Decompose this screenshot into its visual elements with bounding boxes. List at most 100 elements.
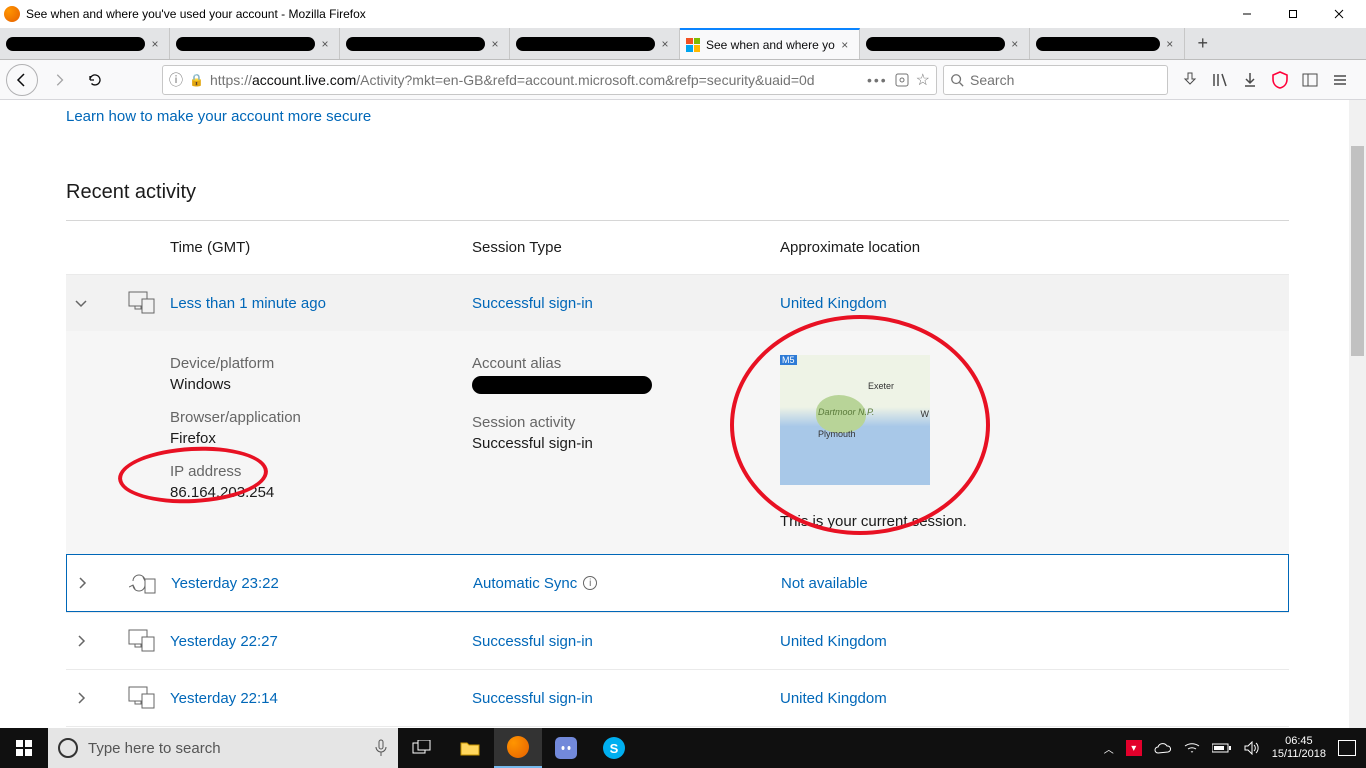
device-pc-icon xyxy=(114,686,170,710)
taskbar-apps: S xyxy=(398,728,638,768)
row-location: United Kingdom xyxy=(780,295,887,312)
device-pc-icon xyxy=(114,291,170,315)
tray-chevron-icon[interactable]: ︿ xyxy=(1104,741,1114,756)
current-session-note: This is your current session. xyxy=(780,513,1289,530)
chevron-right-icon[interactable] xyxy=(75,576,115,590)
activity-row[interactable]: Yesterday 22:27 Successful sign-in Unite… xyxy=(66,612,1289,669)
row-session: Successful sign-in xyxy=(472,690,780,707)
browser-value: Firefox xyxy=(170,430,472,447)
reader-mode-icon[interactable] xyxy=(894,72,910,88)
chevron-right-icon[interactable] xyxy=(74,691,114,705)
navigation-toolbar: ⓘ 🔒 https://account.live.com/Activity?mk… xyxy=(0,60,1366,100)
lock-icon: 🔒 xyxy=(189,73,204,87)
info-icon[interactable]: i xyxy=(583,576,597,590)
row-location: United Kingdom xyxy=(780,690,887,707)
skype-icon[interactable]: S xyxy=(590,728,638,768)
close-button[interactable] xyxy=(1316,0,1362,28)
maximize-button[interactable] xyxy=(1270,0,1316,28)
tab-active[interactable]: See when and where yo × xyxy=(680,28,860,59)
scrollbar-thumb[interactable] xyxy=(1351,146,1364,356)
start-button[interactable] xyxy=(0,728,48,768)
clock-time: 06:45 xyxy=(1272,735,1326,748)
tab-redacted-6[interactable]: × xyxy=(1030,28,1185,59)
forward-button[interactable] xyxy=(44,65,74,95)
bookmark-star-icon[interactable]: ☆ xyxy=(916,70,930,90)
minimize-button[interactable] xyxy=(1224,0,1270,28)
taskbar-clock[interactable]: 06:45 15/11/2018 xyxy=(1272,735,1326,761)
browser-label: Browser/application xyxy=(170,409,472,426)
map-label-w: W xyxy=(921,409,930,419)
tab-label: See when and where yo xyxy=(706,38,835,52)
tab-redacted-3[interactable]: × xyxy=(340,28,510,59)
taskbar-search[interactable]: Type here to search xyxy=(48,728,398,768)
microphone-icon[interactable] xyxy=(374,739,388,757)
activity-row[interactable]: Yesterday 23:22 Automatic Synci Not avai… xyxy=(66,554,1289,612)
sidebar-icon[interactable] xyxy=(1300,70,1320,90)
activity-row[interactable]: Yesterday 22:14 Successful sign-in Unite… xyxy=(66,669,1289,726)
page-actions-icon[interactable]: ••• xyxy=(867,72,888,88)
row-location: Not available xyxy=(781,575,868,592)
activity-row-expanded[interactable]: Less than 1 minute ago Successful sign-i… xyxy=(66,274,1289,331)
close-icon[interactable]: × xyxy=(1162,37,1178,51)
map-label-dartmoor: Dartmoor N.P. xyxy=(818,407,874,417)
close-icon[interactable]: × xyxy=(487,37,503,51)
clock-date: 15/11/2018 xyxy=(1272,748,1326,761)
device-pc-icon xyxy=(114,629,170,653)
device-label: Device/platform xyxy=(170,355,472,372)
new-tab-button[interactable]: + xyxy=(1185,28,1221,59)
microsoft-icon xyxy=(686,38,700,52)
downloads-indicator-icon[interactable] xyxy=(1180,70,1200,90)
back-button[interactable] xyxy=(6,64,38,96)
close-icon[interactable]: × xyxy=(657,37,673,51)
col-time: Time (GMT) xyxy=(170,239,472,256)
hamburger-menu-icon[interactable] xyxy=(1330,70,1350,90)
taskbar-search-placeholder: Type here to search xyxy=(88,740,221,757)
row-time: Yesterday 22:27 xyxy=(170,633,472,650)
close-icon[interactable]: × xyxy=(317,37,333,51)
library-icon[interactable] xyxy=(1210,70,1230,90)
tab-redacted-1[interactable]: × xyxy=(0,28,170,59)
row-session: Successful sign-in xyxy=(472,633,780,650)
discord-icon[interactable] xyxy=(542,728,590,768)
device-sync-icon xyxy=(115,571,171,595)
reload-button[interactable] xyxy=(80,65,110,95)
tab-redacted-2[interactable]: × xyxy=(170,28,340,59)
avira-icon[interactable]: ▾ xyxy=(1126,740,1142,756)
learn-more-link[interactable]: Learn how to make your account more secu… xyxy=(66,100,371,125)
url-text: https://account.live.com/Activity?mkt=en… xyxy=(210,72,861,88)
firefox-taskbar-icon[interactable] xyxy=(494,728,542,768)
battery-icon[interactable] xyxy=(1212,743,1232,753)
tab-redacted-4[interactable]: × xyxy=(510,28,680,59)
column-headers: Time (GMT) Session Type Approximate loca… xyxy=(66,221,1289,274)
action-center-icon[interactable] xyxy=(1338,740,1356,756)
close-icon[interactable]: × xyxy=(1007,37,1023,51)
volume-icon[interactable] xyxy=(1244,741,1260,755)
chevron-right-icon[interactable] xyxy=(74,634,114,648)
close-icon[interactable]: × xyxy=(147,37,163,51)
row-time: Yesterday 22:14 xyxy=(170,690,472,707)
tab-redacted-5[interactable]: × xyxy=(860,28,1030,59)
device-value: Windows xyxy=(170,376,472,393)
address-bar[interactable]: ⓘ 🔒 https://account.live.com/Activity?mk… xyxy=(162,65,937,95)
system-tray: ︿ ▾ 06:45 15/11/2018 xyxy=(1094,735,1366,761)
search-icon xyxy=(950,73,964,87)
taskbar: Type here to search S ︿ ▾ 06:45 15/11/20… xyxy=(0,728,1366,768)
chevron-down-icon[interactable] xyxy=(74,296,114,310)
map-label-exeter: Exeter xyxy=(868,381,894,391)
vertical-scrollbar[interactable] xyxy=(1349,100,1366,728)
site-info-icon[interactable]: ⓘ xyxy=(169,70,183,90)
close-icon[interactable]: × xyxy=(837,38,853,52)
map-label-plymouth: Plymouth xyxy=(818,429,856,439)
row-time: Yesterday 23:22 xyxy=(171,575,473,592)
window-title: See when and where you've used your acco… xyxy=(26,7,366,21)
task-view-icon[interactable] xyxy=(398,728,446,768)
onedrive-icon[interactable] xyxy=(1154,742,1172,754)
cortana-icon xyxy=(58,738,78,758)
firefox-icon xyxy=(4,6,20,22)
shield-icon[interactable] xyxy=(1270,70,1290,90)
search-bar[interactable]: Search xyxy=(943,65,1168,95)
file-explorer-icon[interactable] xyxy=(446,728,494,768)
activity-label: Session activity xyxy=(472,414,780,431)
wifi-icon[interactable] xyxy=(1184,742,1200,754)
download-arrow-icon[interactable] xyxy=(1240,70,1260,90)
